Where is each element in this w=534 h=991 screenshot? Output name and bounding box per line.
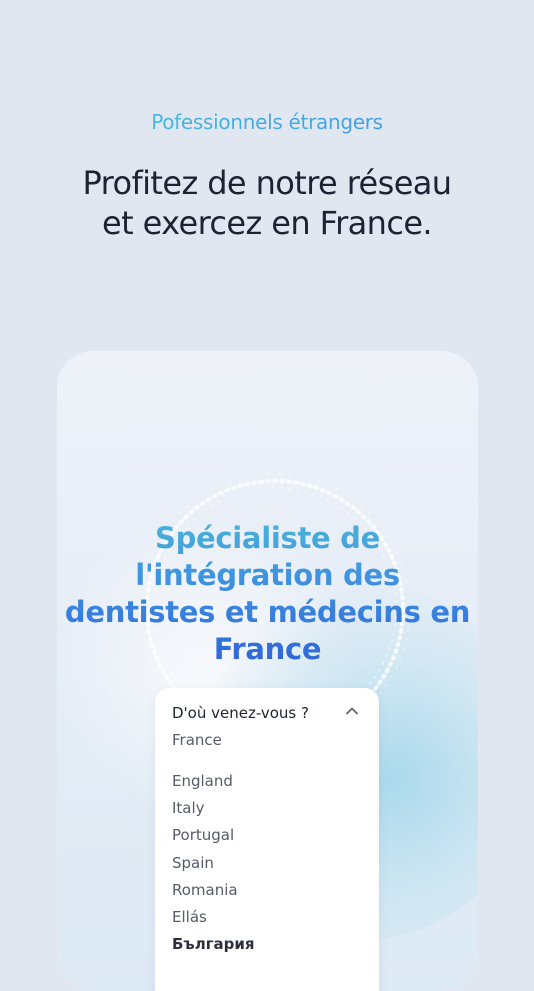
dropdown-selected-value[interactable]: France — [172, 731, 222, 749]
dropdown-option[interactable]: Ellás — [172, 904, 255, 931]
card-title-line-4: France — [213, 632, 322, 666]
promo-card: Spécialiste de l'intégration des dentist… — [57, 351, 478, 991]
headline-line-1: Profitez de notre réseau — [82, 164, 452, 202]
page-headline: Profitez de notre réseau et exercez en F… — [0, 163, 534, 243]
dropdown-options: England Italy Portugal Spain Romania Ell… — [172, 768, 255, 958]
dropdown-option[interactable]: Portugal — [172, 822, 255, 849]
dropdown-option[interactable]: Spain — [172, 850, 255, 877]
dropdown-label: D'où venez-vous ? — [172, 704, 309, 722]
dropdown-option[interactable]: Italy — [172, 795, 255, 822]
headline-line-2: et exercez en France. — [102, 204, 433, 242]
chevron-up-icon[interactable] — [345, 706, 359, 716]
card-title-line-2: l'intégration des — [135, 558, 400, 592]
card-title-line-1: Spécialiste de — [154, 521, 380, 555]
eyebrow-label: Pofessionnels étrangers — [0, 110, 534, 134]
dropdown-option[interactable]: England — [172, 768, 255, 795]
card-title: Spécialiste de l'intégration des dentist… — [57, 520, 478, 668]
card-title-line-3: dentistes et médecins en — [64, 595, 471, 629]
country-dropdown[interactable]: D'où venez-vous ? France England Italy P… — [155, 688, 379, 991]
dropdown-option[interactable]: България — [172, 931, 255, 958]
dropdown-option[interactable]: Romania — [172, 877, 255, 904]
